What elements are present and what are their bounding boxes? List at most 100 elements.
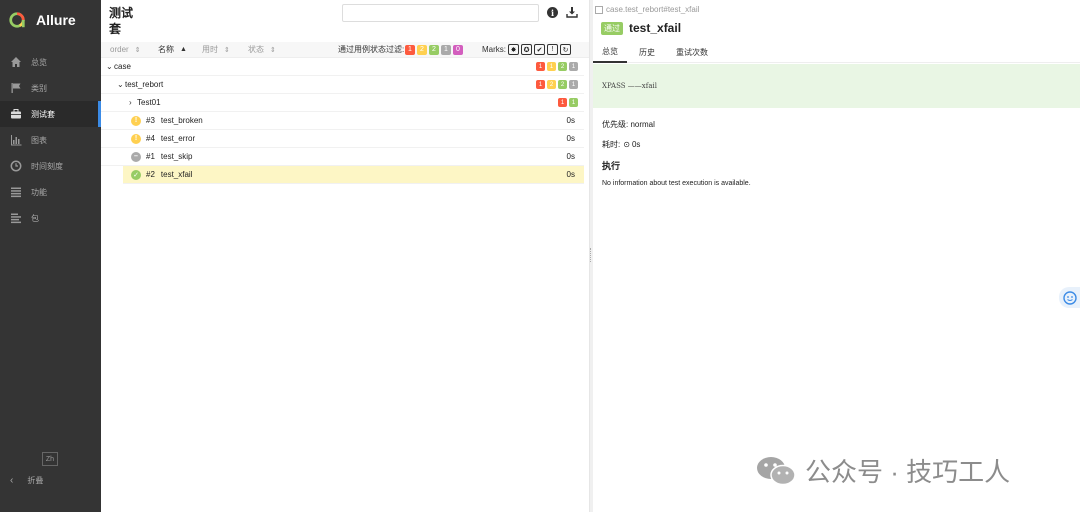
status-filter-pills: 12210 [405, 44, 463, 55]
sort-name[interactable]: 名称 ▲ [158, 44, 187, 55]
allure-report: Allure 总览 类别 测试套 图表 时间刻度 功能 包 Zh ‹ 折叠 测试… [0, 0, 1080, 512]
sort-icon: ⇕ [224, 46, 230, 54]
splitter-grip-icon[interactable] [590, 248, 592, 262]
brand[interactable]: Allure [0, 0, 101, 40]
test-duration: 0s [566, 152, 575, 161]
test-case-row[interactable]: ! #4 test_error 0s [101, 130, 584, 148]
test-name: test_broken [160, 116, 203, 125]
new-failed-mark-icon[interactable]: ✪ [521, 44, 532, 55]
chat-icon [1062, 290, 1077, 305]
sort-duration-label: 用时 [202, 45, 218, 54]
group-counts: 1 1 2 1 [536, 62, 578, 71]
count-failed: 1 [558, 98, 567, 107]
sort-icon: ⇕ [134, 46, 141, 54]
status-filter-pill[interactable]: 2 [417, 44, 427, 55]
test-case-row[interactable]: ! #3 test_broken 0s [101, 112, 584, 130]
test-name: test_error [160, 134, 196, 143]
allure-logo [9, 12, 25, 28]
tab-retries[interactable]: 重试次数 [667, 41, 717, 63]
status-filter-pill[interactable]: 2 [429, 44, 439, 55]
passed-status-icon: ✓ [131, 169, 141, 180]
sidebar-item-timeline[interactable]: 时间刻度 [0, 153, 101, 179]
count-passed: 2 [558, 62, 567, 71]
sidebar-item-label: 功能 [31, 187, 47, 197]
breadcrumb-text: case.test_rebort#test_xfail [606, 5, 700, 14]
marks-filter: ✸ ✪ ✔ ! ↻ [508, 44, 571, 55]
sidebar-item-label: 测试套 [31, 109, 55, 119]
status-badge: 通过 [601, 21, 623, 35]
test-number: #3 [146, 116, 155, 125]
briefcase-icon [10, 108, 22, 120]
sidebar-item-overview[interactable]: 总览 [0, 49, 101, 75]
test-case-row[interactable]: – #1 test_skip 0s [101, 148, 584, 166]
bar-chart-icon [10, 134, 22, 146]
watermark: 公众号 · 技巧工人 [755, 452, 1010, 489]
chevron-right-icon: › [129, 98, 132, 107]
test-title-line: 通过 test_xfail [601, 21, 681, 35]
suites-tree-panel: 测试套 i order ⇕ 名称 ▲ 用时 ⇕ 状态 ⇕ 通过用例状态过滤: 12210 [101, 0, 589, 512]
count-skipped: 1 [569, 80, 578, 89]
execution-heading[interactable]: 执行 [602, 159, 620, 172]
breadcrumb[interactable]: case.test_rebort#test_xfail [595, 5, 699, 14]
tree-toolbar: order ⇕ 名称 ▲ 用时 ⇕ 状态 ⇕ 通过用例状态过滤: 12210 Marks… [101, 42, 589, 58]
new-broken-mark-icon[interactable]: ! [547, 44, 558, 55]
sidebar-item-behaviors[interactable]: 功能 [0, 179, 101, 205]
sidebar-item-categories[interactable]: 类别 [0, 75, 101, 101]
flag-icon [10, 82, 22, 94]
sort-order[interactable]: order ⇕ [110, 45, 141, 54]
clock-icon: ⊙ [623, 140, 630, 149]
tab-history[interactable]: 历史 [630, 41, 664, 63]
flaky-mark-icon[interactable]: ✸ [508, 44, 519, 55]
new-passed-mark-icon[interactable]: ✔ [534, 44, 545, 55]
sidebar: Allure 总览 类别 测试套 图表 时间刻度 功能 包 Zh ‹ 折叠 [0, 0, 101, 512]
tree-group-row[interactable]: › Test01 1 1 [101, 94, 584, 112]
sort-order-label: order [110, 45, 129, 54]
test-title: test_xfail [629, 21, 682, 35]
sort-status[interactable]: 状态 ⇕ [248, 44, 276, 55]
sidebar-item-suites[interactable]: 测试套 [0, 101, 101, 127]
status-message: XPASS ——xfail [602, 82, 657, 90]
test-number: #4 [146, 134, 155, 143]
info-icon[interactable]: i [547, 7, 558, 18]
tree-group-row[interactable]: ⌄ test_rebort 1 2 2 1 [101, 76, 584, 94]
collapse-button[interactable]: ‹ 折叠 [10, 475, 43, 486]
chevron-left-icon: ‹ [10, 475, 14, 486]
language-switch[interactable]: Zh [42, 452, 58, 466]
status-filter-pill[interactable]: 0 [453, 44, 463, 55]
download-icon[interactable] [566, 6, 578, 18]
count-passed: 1 [569, 98, 578, 107]
test-number: #2 [146, 170, 155, 179]
sort-status-label: 状态 [248, 45, 264, 54]
group-counts: 1 2 2 1 [536, 80, 578, 89]
page-title: 测试套 [109, 6, 134, 36]
search-input[interactable] [342, 4, 539, 22]
test-duration: 0s [566, 116, 575, 125]
tree-header: 测试套 i [101, 0, 589, 42]
retries-mark-icon[interactable]: ↻ [560, 44, 571, 55]
execution-empty-text: No information about test execution is a… [602, 180, 751, 187]
package-icon [10, 212, 22, 224]
sort-duration[interactable]: 用时 ⇕ [202, 44, 230, 55]
sidebar-item-packages[interactable]: 包 [0, 205, 101, 231]
sort-name-label: 名称 [158, 45, 174, 54]
status-filter-pill[interactable]: 1 [441, 44, 451, 55]
wechat-logo-icon [757, 456, 796, 485]
chat-assistant-button[interactable] [1059, 287, 1080, 308]
tab-overview[interactable]: 总览 [593, 41, 627, 63]
broken-status-icon: ! [131, 115, 141, 126]
test-case-row-selected[interactable]: ✓ #2 test_xfail 0s [123, 166, 584, 184]
group-label: case [114, 62, 131, 71]
tree-group-row[interactable]: ⌄ case 1 1 2 1 [101, 58, 584, 76]
sidebar-item-label: 总览 [31, 57, 47, 67]
broken-status-icon: ! [131, 133, 141, 144]
status-filter-pill[interactable]: 1 [405, 44, 415, 55]
test-number: #1 [146, 152, 155, 161]
test-duration: 0s [566, 170, 575, 179]
home-icon [10, 56, 22, 68]
sidebar-item-label: 类别 [31, 83, 47, 93]
sidebar-nav: 总览 类别 测试套 图表 时间刻度 功能 包 [0, 49, 101, 231]
sidebar-item-graphs[interactable]: 图表 [0, 127, 101, 153]
duration-value: 0s [631, 140, 641, 149]
count-passed: 2 [558, 80, 567, 89]
count-broken: 1 [547, 62, 556, 71]
